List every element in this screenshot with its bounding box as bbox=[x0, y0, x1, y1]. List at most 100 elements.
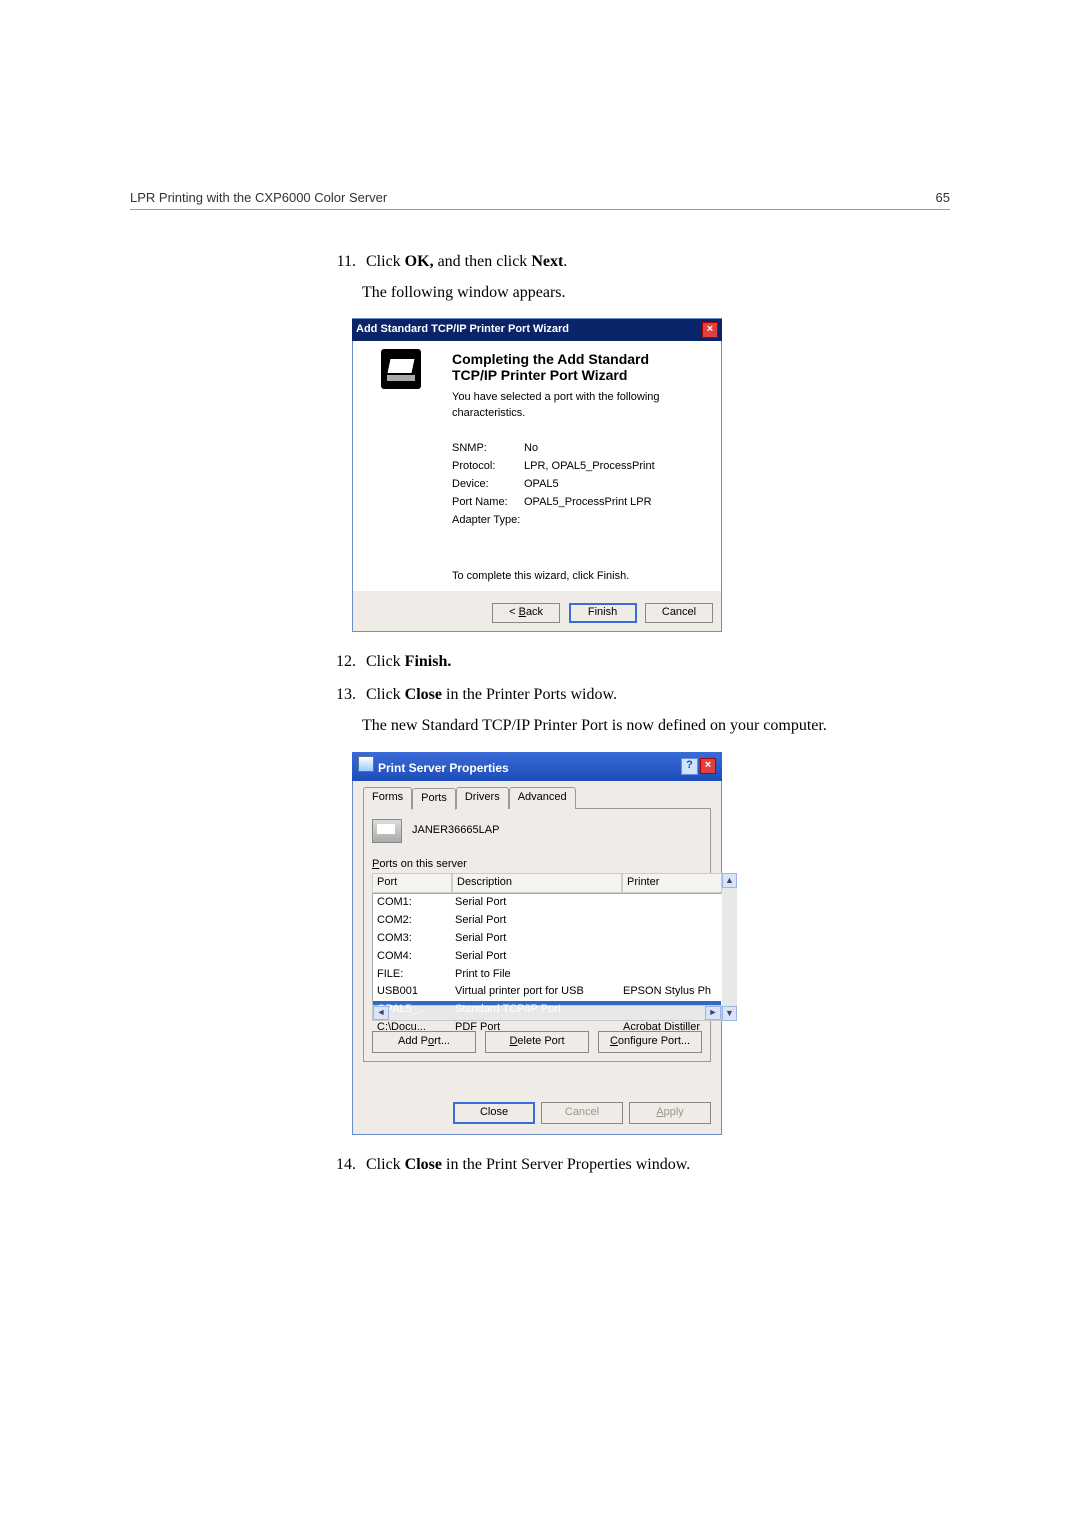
scroll-right-icon[interactable]: ► bbox=[705, 1006, 721, 1020]
step-13-follow: The new Standard TCP/IP Printer Port is … bbox=[362, 714, 950, 737]
summary-label: Protocol: bbox=[452, 459, 524, 475]
server-name: JANER36665LAP bbox=[412, 823, 499, 839]
cancel-button: Cancel bbox=[541, 1102, 623, 1124]
cell bbox=[619, 966, 717, 984]
wizard-footer: To complete this wizard, click Finish. bbox=[452, 569, 711, 585]
vertical-scrollbar[interactable]: ▲ ▼ bbox=[722, 873, 737, 1021]
print-server-properties-dialog: Print Server Properties ? × Forms Ports … bbox=[352, 752, 722, 1135]
tab-ports[interactable]: Ports bbox=[412, 788, 456, 810]
label-text: orts on this server bbox=[379, 858, 466, 870]
summary-value: OPAL5_ProcessPrint LPR bbox=[524, 495, 652, 511]
cell: Serial Port bbox=[451, 930, 619, 948]
wizard-subheading: You have selected a port with the follow… bbox=[452, 390, 711, 422]
summary-label: Adapter Type: bbox=[452, 513, 524, 529]
server-icon bbox=[372, 819, 402, 843]
btn-text: Add P bbox=[398, 1035, 428, 1047]
step-12: 12. Click Finish. bbox=[330, 650, 950, 673]
btn-accel: C bbox=[610, 1035, 618, 1047]
btn-text: elete Port bbox=[517, 1035, 564, 1047]
scroll-left-icon[interactable]: ◄ bbox=[373, 1006, 389, 1020]
step-11: 11. Click OK, and then click Next. bbox=[330, 250, 950, 273]
step-text: Click bbox=[366, 653, 405, 670]
cell: COM2: bbox=[373, 912, 451, 930]
wizard-title: Add Standard TCP/IP Printer Port Wizard bbox=[356, 322, 569, 338]
configure-port-button[interactable]: Configure Port... bbox=[598, 1031, 702, 1053]
cell bbox=[619, 912, 717, 930]
help-icon[interactable]: ? bbox=[681, 758, 698, 775]
col-description[interactable]: Description bbox=[452, 873, 622, 893]
summary-label: Port Name: bbox=[452, 495, 524, 511]
header-left: LPR Printing with the CXP6000 Color Serv… bbox=[130, 190, 387, 205]
tab-strip: Forms Ports Drivers Advanced bbox=[363, 787, 711, 809]
cell: COM4: bbox=[373, 948, 451, 966]
step-number: 13. bbox=[330, 683, 356, 706]
step-number: 11. bbox=[330, 250, 356, 273]
step-bold: Close bbox=[405, 686, 442, 703]
list-item[interactable]: COM2:Serial Port bbox=[373, 912, 721, 930]
delete-port-button[interactable]: Delete Port bbox=[485, 1031, 589, 1053]
cell: Serial Port bbox=[451, 912, 619, 930]
close-icon[interactable]: × bbox=[702, 322, 718, 338]
cell: Virtual printer port for USB bbox=[451, 983, 619, 1001]
finish-button[interactable]: Finish bbox=[569, 603, 637, 623]
step-text: in the Print Server Properties window. bbox=[442, 1156, 690, 1173]
cell: Standard TCP/IP Port bbox=[451, 1001, 619, 1019]
btn-accel: A bbox=[656, 1106, 663, 1118]
step-text: in the Printer Ports widow. bbox=[442, 686, 617, 703]
tab-advanced[interactable]: Advanced bbox=[509, 787, 576, 809]
wizard-heading-line2: TCP/IP Printer Port Wizard bbox=[452, 367, 711, 383]
btn-text: onfigure Port... bbox=[618, 1035, 690, 1047]
step-bold: Close bbox=[405, 1156, 442, 1173]
cell: Serial Port bbox=[451, 894, 619, 912]
step-number: 14. bbox=[330, 1153, 356, 1176]
apply-button: Apply bbox=[629, 1102, 711, 1124]
close-icon[interactable]: × bbox=[700, 758, 716, 774]
dialog-title: Print Server Properties bbox=[358, 756, 509, 777]
back-button[interactable]: < Back bbox=[492, 603, 560, 623]
summary-label: SNMP: bbox=[452, 441, 524, 457]
list-item[interactable]: COM1:Serial Port bbox=[373, 894, 721, 912]
btn-text: ack bbox=[526, 606, 543, 618]
printer-port-icon bbox=[381, 349, 421, 389]
close-button[interactable]: Close bbox=[453, 1102, 535, 1124]
step-text: Click bbox=[366, 253, 405, 270]
scroll-up-icon[interactable]: ▲ bbox=[722, 873, 737, 888]
cancel-button[interactable]: Cancel bbox=[645, 603, 713, 623]
col-printer[interactable]: Printer bbox=[622, 873, 722, 893]
col-port[interactable]: Port bbox=[372, 873, 452, 893]
btn-text: pply bbox=[664, 1106, 684, 1118]
cell: COM3: bbox=[373, 930, 451, 948]
dialog-title-text: Print Server Properties bbox=[378, 761, 509, 775]
step-text: and then click bbox=[434, 253, 532, 270]
cell: EPSON Stylus Ph bbox=[619, 983, 717, 1001]
summary-value: OPAL5 bbox=[524, 477, 559, 493]
tcpip-port-wizard: Add Standard TCP/IP Printer Port Wizard … bbox=[352, 318, 722, 632]
list-item[interactable]: COM3:Serial Port bbox=[373, 930, 721, 948]
btn-text: < bbox=[509, 606, 518, 618]
list-item[interactable]: COM4:Serial Port bbox=[373, 948, 721, 966]
tab-drivers[interactable]: Drivers bbox=[456, 787, 509, 809]
cell bbox=[619, 930, 717, 948]
cell: USB001 bbox=[373, 983, 451, 1001]
wizard-sidebar bbox=[353, 341, 448, 591]
add-port-button[interactable]: Add Port... bbox=[372, 1031, 476, 1053]
list-item-selected[interactable]: OPAL5_...Standard TCP/IP Port bbox=[373, 1001, 721, 1019]
summary-label: Device: bbox=[452, 477, 524, 493]
printer-icon bbox=[358, 756, 374, 772]
ports-list[interactable]: COM1:Serial Port COM2:Serial Port COM3:S… bbox=[372, 893, 722, 1005]
list-item[interactable]: FILE:Print to File bbox=[373, 966, 721, 984]
btn-text: rt... bbox=[434, 1035, 450, 1047]
wizard-summary-table: SNMP:No Protocol:LPR, OPAL5_ProcessPrint… bbox=[452, 441, 711, 529]
tab-forms[interactable]: Forms bbox=[363, 787, 412, 809]
summary-value: LPR, OPAL5_ProcessPrint bbox=[524, 459, 655, 475]
step-text: Click bbox=[366, 1156, 405, 1173]
step-bold: OK, bbox=[405, 253, 434, 270]
step-text: Click bbox=[366, 686, 405, 703]
step-bold: Next bbox=[531, 253, 563, 270]
scroll-down-icon[interactable]: ▼ bbox=[722, 1006, 737, 1021]
cell: FILE: bbox=[373, 966, 451, 984]
page-header: LPR Printing with the CXP6000 Color Serv… bbox=[130, 190, 950, 210]
step-13: 13. Click Close in the Printer Ports wid… bbox=[330, 683, 950, 706]
list-item[interactable]: USB001Virtual printer port for USBEPSON … bbox=[373, 983, 721, 1001]
cell bbox=[619, 948, 717, 966]
